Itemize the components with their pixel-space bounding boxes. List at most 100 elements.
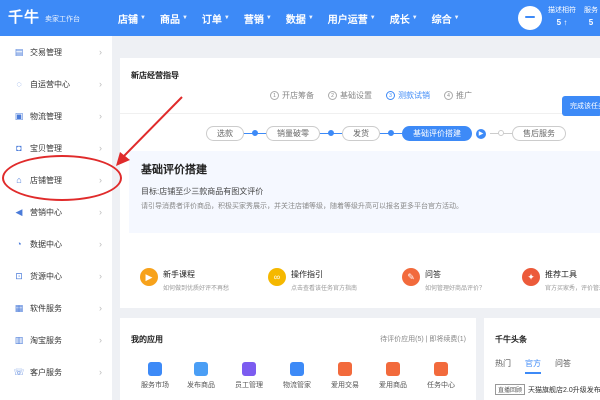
stat-label: 服务	[584, 7, 598, 14]
sidebar-item-label: 客户服务	[30, 367, 62, 377]
stat-value: 5	[588, 18, 594, 27]
taobao-icon: ▥	[14, 334, 24, 345]
app-service-market[interactable]: 服务市场	[132, 362, 178, 390]
stat-service[interactable]: 服务 5	[584, 5, 598, 27]
brand[interactable]: 千牛 卖家工作台	[8, 6, 80, 27]
sidebar-item-label: 淘宝服务	[30, 335, 62, 345]
chevron-right-icon: ›	[99, 367, 102, 377]
sidebar-item-taobao-service[interactable]: ▥ 淘宝服务 ›	[0, 328, 112, 352]
tip-subtitle: 如何做到优质好评不再愁	[163, 286, 230, 292]
sidebar-item-logistics[interactable]: ▣ 物流管理 ›	[0, 104, 112, 128]
brand-subtitle: 卖家工作台	[45, 15, 81, 23]
sidebar-item-label: 货源中心	[30, 271, 62, 281]
app-aiyong-product[interactable]: 爱用商品	[370, 362, 416, 390]
step-number: 1	[270, 91, 279, 100]
app-task-center[interactable]: 任务中心	[418, 362, 464, 390]
chevron-down-icon: ▼	[411, 15, 418, 21]
sidebar-item-data-center[interactable]: ◔ 数据中心 ›	[0, 232, 112, 256]
tip-subtitle: 官方买家秀，评价管理	[545, 286, 600, 292]
chevron-right-icon: ›	[99, 175, 102, 185]
my-apps-card: 我的应用 待评价应用(5) | 即将续费(1) 服务市场 发布商品 员工管理 物…	[120, 318, 476, 400]
logistics-icon	[290, 362, 304, 376]
tip-qa[interactable]: ✎ 问答 如何管理好商品评价？	[402, 268, 485, 292]
nav-item-marketing[interactable]: 营销 ▼	[244, 11, 272, 26]
task-panel: 基础评价搭建 目标:店铺至少三款商品有图文评价 请引导消费者评价商品，积极买家秀…	[129, 151, 600, 233]
tip-subtitle: 如何管理好商品评价？	[425, 286, 486, 292]
shop-icon: ⌂	[16, 175, 22, 185]
app-aiyong-trade[interactable]: 爱用交易	[322, 362, 368, 390]
chevron-down-icon: ▼	[307, 15, 314, 21]
sidebar-item-shop-management[interactable]: ⌂ 店铺管理 ›	[0, 168, 112, 192]
avatar-placeholder-icon	[525, 16, 535, 18]
chevron-down-icon: ▼	[453, 15, 460, 21]
tab-hot[interactable]: 热门	[495, 358, 511, 374]
stat-description-match[interactable]: 描述相符 5 ↑	[548, 5, 576, 27]
nav-item-growth[interactable]: 成长 ▼	[390, 11, 418, 26]
sidebar-item-source[interactable]: ⊡ 货源中心 ›	[0, 264, 112, 288]
step-promotion[interactable]: 4 推广	[444, 90, 472, 101]
sidebar-item-marketing[interactable]: ◀ 营销中心 ›	[0, 200, 112, 224]
sidebar-item-customer-service[interactable]: ☏ 客户服务 ›	[0, 360, 112, 384]
step-basic-settings[interactable]: 2 基础设置	[328, 90, 372, 101]
task-title: 基础评价搭建	[141, 164, 207, 176]
nav-item-order[interactable]: 订单 ▼	[202, 11, 230, 26]
sidebar-item-self-ops[interactable]: ◌ 自运营中心 ›	[0, 72, 112, 96]
nav-label: 数据	[285, 14, 306, 26]
step-prepare[interactable]: 1 开店筹备	[270, 90, 314, 101]
apps-status-links[interactable]: 待评价应用(5) | 即将续费(1)	[380, 334, 466, 344]
tip-course[interactable]: ▶ 新手课程 如何做到优质好评不再愁	[140, 268, 229, 292]
qianniu-news-card: 千牛头条 热门 官方 问答 直播回顾 天猫旗舰店2.0升级发布	[484, 318, 600, 400]
brand-logo: 千牛	[8, 9, 41, 26]
stage-shipping[interactable]: 发货	[342, 126, 380, 141]
chevron-right-icon: ›	[99, 79, 102, 89]
chevron-right-icon: ›	[99, 111, 102, 121]
nav-label: 订单	[201, 14, 222, 26]
chevron-down-icon: ▼	[369, 15, 376, 21]
nav-label: 综合	[431, 14, 452, 26]
send-icon	[194, 362, 208, 376]
arrow-right-icon: ▶	[476, 128, 486, 139]
stage-after-sales[interactable]: 售后服务	[512, 126, 566, 141]
nav-label: 成长	[389, 14, 410, 26]
chevron-right-icon: ›	[99, 239, 102, 249]
app-label: 爱用交易	[331, 382, 359, 389]
step-label: 开店筹备	[282, 91, 314, 100]
transaction-icon: ▤	[14, 46, 24, 57]
data-icon: ◔	[16, 239, 22, 249]
tab-qa[interactable]: 问答	[555, 358, 571, 374]
tip-title: 操作指引	[291, 270, 323, 279]
app-publish-product[interactable]: 发布商品	[178, 362, 224, 390]
tip-title: 新手课程	[163, 270, 195, 279]
tip-title: 问答	[425, 270, 441, 279]
new-shop-guide-card: 新店经营指导 1 开店筹备 2 基础设置 3 测款试销 4 推广 选款 销量破零 发货 …	[120, 58, 600, 308]
app-logistics[interactable]: 物流管家	[274, 362, 320, 390]
nav-label: 用户运营	[327, 14, 368, 26]
sidebar-item-label: 宝贝管理	[30, 143, 62, 153]
step-number: 4	[444, 91, 453, 100]
tab-official[interactable]: 官方	[525, 358, 541, 374]
sidebar: ▤ 交易管理 › ◌ 自运营中心 › ▣ 物流管理 › ◘ 宝贝管理 › ⌂ 店…	[0, 36, 112, 400]
sidebar-item-transaction[interactable]: ▤ 交易管理 ›	[0, 40, 112, 64]
nav-item-data[interactable]: 数据 ▼	[286, 11, 314, 26]
step-test-sale[interactable]: 3 测款试销	[386, 90, 430, 101]
complete-task-button[interactable]: 完成该任务	[562, 96, 600, 116]
news-item[interactable]: 直播回顾 天猫旗舰店2.0升级发布	[495, 384, 600, 395]
sidebar-item-products[interactable]: ◘ 宝贝管理 ›	[0, 136, 112, 160]
app-label: 爱用商品	[379, 382, 407, 389]
nav-item-general[interactable]: 综合 ▼	[432, 11, 460, 26]
app-staff[interactable]: 员工管理	[226, 362, 272, 390]
task-description: 请引导消费者评价商品，积极买家秀展示，并关注店铺等级，随着等级升高可以报名更多平…	[141, 203, 463, 210]
sidebar-item-software[interactable]: ▦ 软件服务 ›	[0, 296, 112, 320]
app-label: 服务市场	[141, 382, 169, 389]
stage-basic-review[interactable]: 基础评价搭建	[402, 126, 472, 141]
nav-item-user-ops[interactable]: 用户运营 ▼	[328, 11, 376, 26]
nav-item-shop[interactable]: 店铺 ▼	[118, 11, 146, 26]
app-label: 物流管家	[283, 382, 311, 389]
tip-guide[interactable]: ∞ 操作指引 点击查看该任务官方指南	[268, 268, 357, 292]
stage-first-sale[interactable]: 销量破零	[266, 126, 320, 141]
sidebar-item-label: 店铺管理	[30, 175, 62, 185]
stage-select[interactable]: 选款	[206, 126, 244, 141]
tip-tools[interactable]: ✦ 推荐工具 官方买家秀，评价管理	[522, 268, 600, 292]
nav-item-product[interactable]: 商品 ▼	[160, 11, 188, 26]
avatar[interactable]	[518, 6, 542, 30]
